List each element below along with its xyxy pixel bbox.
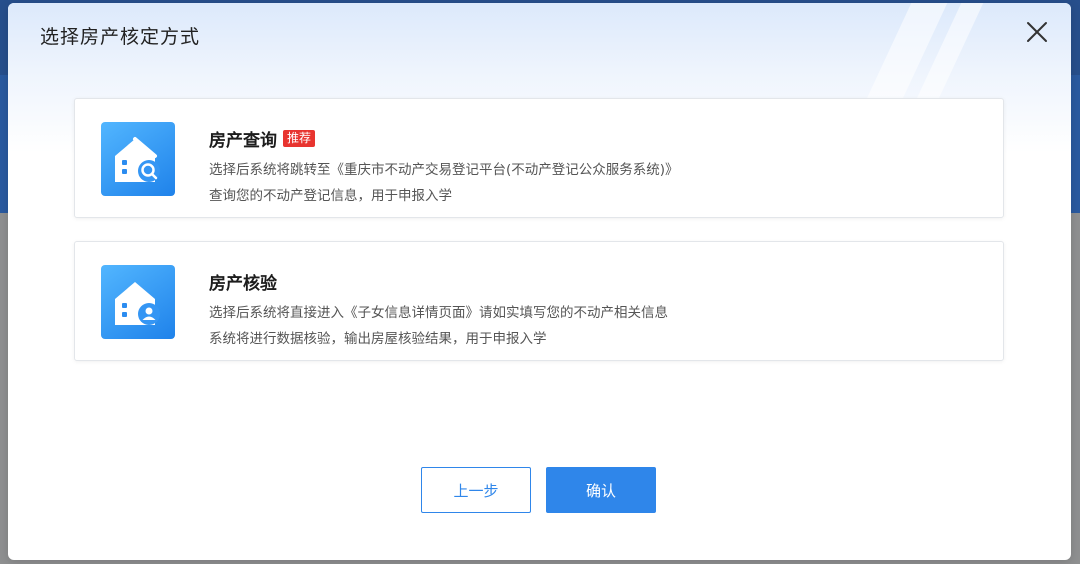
recommended-badge: 推荐 — [283, 130, 316, 147]
close-icon — [1027, 22, 1047, 42]
option-description-line2: 系统将进行数据核验，输出房屋核验结果，用于申报入学 — [209, 331, 547, 347]
option-title: 房产查询 — [209, 131, 277, 151]
confirm-button[interactable]: 确认 — [546, 467, 656, 513]
option-title: 房产核验 — [209, 274, 277, 294]
house-search-icon — [101, 122, 175, 196]
previous-step-button[interactable]: 上一步 — [421, 467, 531, 513]
house-verification-dialog: 选择房产核定方式 房产查询 推荐 选择后系统将跳转至《重庆市不动产交易登记平台(… — [8, 3, 1071, 560]
option-description-line1: 选择后系统将跳转至《重庆市不动产交易登记平台(不动产登记公众服务系统)》 — [209, 162, 679, 178]
close-button[interactable] — [1025, 20, 1049, 44]
option-description-line2: 查询您的不动产登记信息，用于申报入学 — [209, 188, 452, 204]
dialog-title: 选择房产核定方式 — [40, 26, 201, 48]
option-card-house-query[interactable]: 房产查询 推荐 选择后系统将跳转至《重庆市不动产交易登记平台(不动产登记公众服务… — [74, 98, 1004, 218]
option-description-line1: 选择后系统将直接进入《子女信息详情页面》请如实填写您的不动产相关信息 — [209, 305, 668, 321]
option-card-house-verify[interactable]: 房产核验 选择后系统将直接进入《子女信息详情页面》请如实填写您的不动产相关信息 … — [74, 241, 1004, 361]
house-user-icon — [101, 265, 175, 339]
